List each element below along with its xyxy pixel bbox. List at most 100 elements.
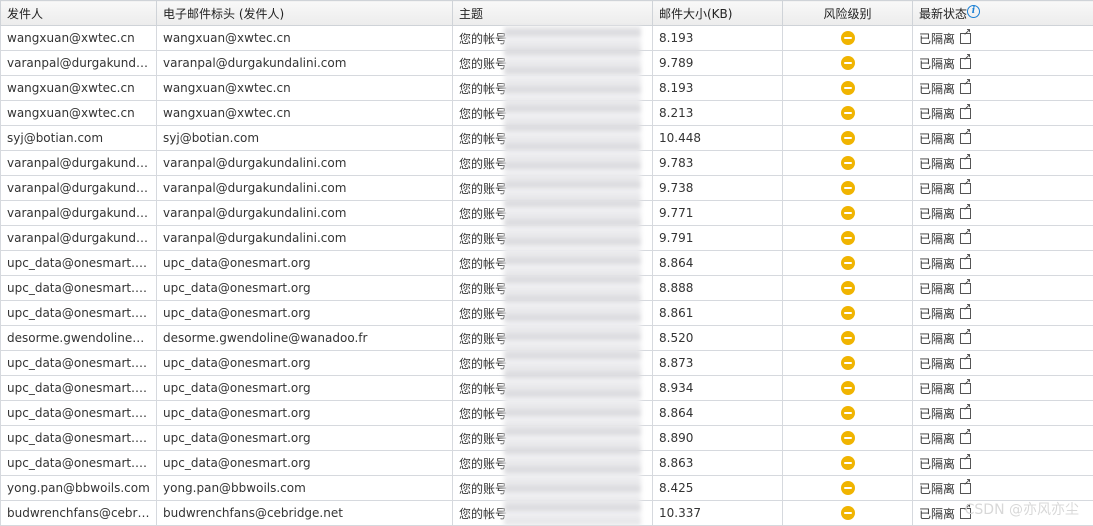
status-label: 已隔离 [919,307,955,321]
column-header-subject[interactable]: 主题 [453,1,653,26]
cell-sender[interactable]: upc_data@onesmart.org [1,376,157,401]
cell-sender[interactable]: budwrenchfans@cebridge.net [1,501,157,526]
cell-header-sender: upc_data@onesmart.org [157,301,453,326]
subject-prefix: 您的账号 [459,182,507,196]
cell-size: 10.448 [653,126,783,151]
open-external-icon[interactable] [960,483,971,494]
status-label: 已隔离 [919,257,955,271]
cell-sender[interactable]: wangxuan@xwtec.cn [1,76,157,101]
open-external-icon[interactable] [960,358,971,369]
info-icon[interactable]: i [967,5,980,18]
open-external-icon[interactable] [960,258,971,269]
cell-sender[interactable]: varanpal@durgakundalini.com [1,151,157,176]
cell-size: 8.864 [653,401,783,426]
risk-medium-icon [841,81,855,95]
cell-header-sender: upc_data@onesmart.org [157,426,453,451]
subject-prefix: 您的账号 [459,482,507,496]
cell-risk [783,351,913,376]
cell-sender[interactable]: wangxuan@xwtec.cn [1,101,157,126]
open-external-icon[interactable] [960,408,971,419]
column-header-size[interactable]: 邮件大小(KB) [653,1,783,26]
cell-sender[interactable]: upc_data@onesmart.org [1,401,157,426]
cell-status: 已隔离 [913,251,1093,276]
column-header-header-sender[interactable]: 电子邮件标头 (发件人) [157,1,453,26]
status-label: 已隔离 [919,357,955,371]
subject-prefix: 您的账号 [459,457,507,471]
cell-sender[interactable]: desorme.gwendoline@wanadoo.fr [1,326,157,351]
cell-sender[interactable]: varanpal@durgakundalini.com [1,176,157,201]
cell-risk [783,376,913,401]
cell-status: 已隔离 [913,451,1093,476]
open-external-icon[interactable] [960,308,971,319]
cell-sender[interactable]: upc_data@onesmart.org [1,426,157,451]
risk-medium-icon [841,431,855,445]
status-label: 已隔离 [919,182,955,196]
open-external-icon[interactable] [960,108,971,119]
open-external-icon[interactable] [960,458,971,469]
risk-medium-icon [841,131,855,145]
cell-risk [783,451,913,476]
open-external-icon[interactable] [960,283,971,294]
risk-medium-icon [841,56,855,70]
open-external-icon[interactable] [960,158,971,169]
cell-size: 8.425 [653,476,783,501]
subject-prefix: 您的账号 [459,207,507,221]
cell-sender[interactable]: upc_data@onesmart.org [1,351,157,376]
cell-risk [783,201,913,226]
status-label: 已隔离 [919,332,955,346]
cell-risk [783,151,913,176]
cell-size: 8.890 [653,426,783,451]
open-external-icon[interactable] [960,83,971,94]
cell-risk [783,276,913,301]
status-label: 已隔离 [919,457,955,471]
cell-status: 已隔离 [913,126,1093,151]
cell-sender[interactable]: upc_data@onesmart.org [1,251,157,276]
cell-size: 8.864 [653,251,783,276]
cell-status: 已隔离 [913,151,1093,176]
status-label: 已隔离 [919,407,955,421]
cell-sender[interactable]: yong.pan@bbwoils.com [1,476,157,501]
column-header-status[interactable]: 最新状态i [913,1,1093,26]
cell-header-sender: upc_data@onesmart.org [157,376,453,401]
column-header-risk[interactable]: 风险级别 [783,1,913,26]
open-external-icon[interactable] [960,133,971,144]
cell-risk [783,501,913,526]
cell-status: 已隔离 [913,301,1093,326]
open-external-icon[interactable] [960,208,971,219]
subject-prefix: 您的账号 [459,332,507,346]
cell-header-sender: upc_data@onesmart.org [157,251,453,276]
cell-status: 已隔离 [913,351,1093,376]
watermark: CSDN @亦风亦尘 [965,499,1079,519]
cell-size: 8.888 [653,276,783,301]
status-label: 已隔离 [919,157,955,171]
cell-sender[interactable]: varanpal@durgakundalini.com [1,201,157,226]
open-external-icon[interactable] [960,383,971,394]
cell-sender[interactable]: varanpal@durgakundalini.com [1,226,157,251]
risk-medium-icon [841,256,855,270]
cell-sender[interactable]: syj@botian.com [1,126,157,151]
cell-sender[interactable]: wangxuan@xwtec.cn [1,26,157,51]
open-external-icon[interactable] [960,58,971,69]
subject-prefix: 您的账号 [459,432,507,446]
cell-size: 9.771 [653,201,783,226]
column-header-sender[interactable]: 发件人 [1,1,157,26]
open-external-icon[interactable] [960,33,971,44]
status-label: 已隔离 [919,382,955,396]
open-external-icon[interactable] [960,333,971,344]
cell-sender[interactable]: varanpal@durgakundalini.com [1,51,157,76]
cell-sender[interactable]: upc_data@onesmart.org [1,301,157,326]
open-external-icon[interactable] [960,183,971,194]
status-label: 已隔离 [919,432,955,446]
cell-sender[interactable]: upc_data@onesmart.org [1,451,157,476]
cell-risk [783,101,913,126]
cell-header-sender: varanpal@durgakundalini.com [157,201,453,226]
cell-size: 8.934 [653,376,783,401]
cell-status: 已隔离 [913,76,1093,101]
cell-size: 8.861 [653,301,783,326]
cell-header-sender: varanpal@durgakundalini.com [157,51,453,76]
cell-header-sender: upc_data@onesmart.org [157,401,453,426]
open-external-icon[interactable] [960,233,971,244]
cell-sender[interactable]: upc_data@onesmart.org [1,276,157,301]
cell-risk [783,176,913,201]
open-external-icon[interactable] [960,433,971,444]
